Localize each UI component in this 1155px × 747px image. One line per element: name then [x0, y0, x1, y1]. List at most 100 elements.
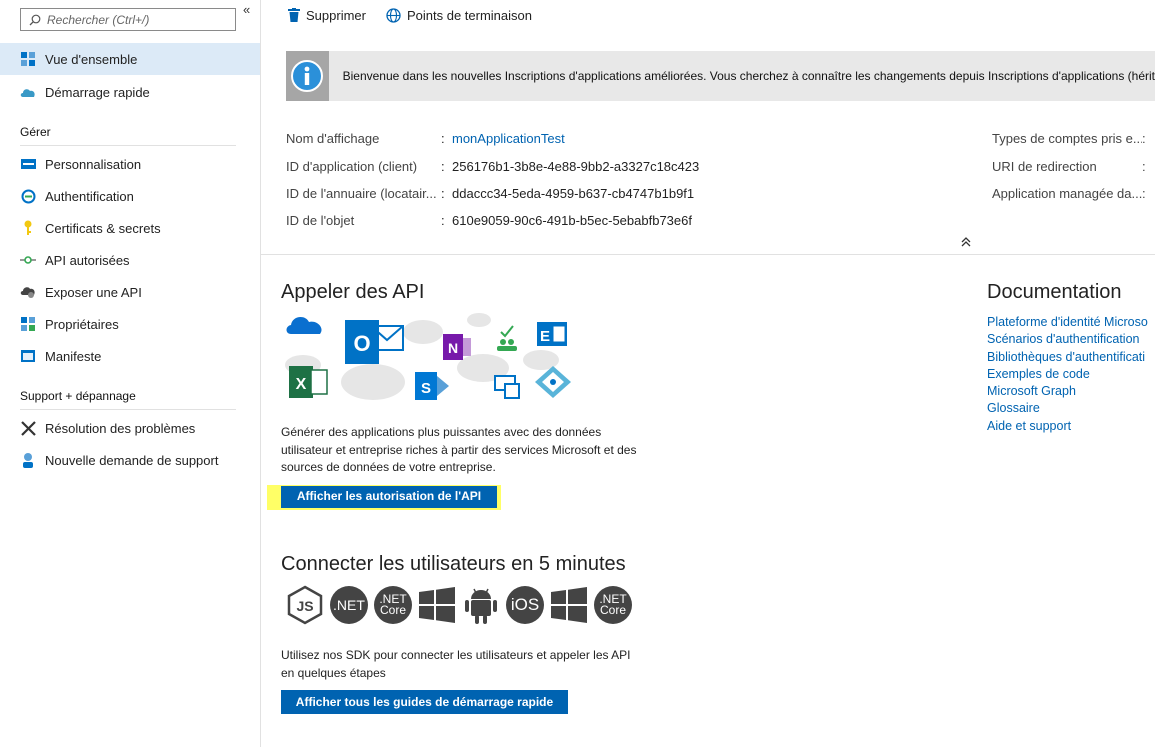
owners-grid-icon — [20, 316, 36, 332]
property-managed-application: Application managée da... : — [992, 186, 1146, 206]
delete-button[interactable]: Supprimer — [288, 8, 366, 23]
sidebar-item-overview[interactable]: Vue d'ensemble — [0, 43, 260, 75]
property-separator: : — [441, 213, 445, 228]
view-quickstart-guides-button[interactable]: Afficher tous les guides de démarrage ra… — [281, 690, 568, 714]
branding-icon — [20, 156, 36, 172]
banner-text: Bienvenue dans les nouvelles Inscription… — [342, 69, 1155, 83]
sdk-label: .NET Core — [379, 592, 407, 617]
property-object-id: ID de l'objet : 610e9059-90c6-491b-b5ec-… — [286, 213, 692, 233]
info-icon — [286, 51, 329, 101]
sidebar-item-label: Propriétaires — [45, 316, 119, 332]
section-divider — [261, 254, 1155, 255]
property-separator: : — [441, 159, 445, 174]
property-directory-id: ID de l'annuaire (locatair... : ddaccc34… — [286, 186, 694, 206]
dotnet-core-icon[interactable]: .NET Core — [594, 586, 632, 624]
property-key: URI de redirection — [992, 159, 1097, 174]
info-banner: Bienvenue dans les nouvelles Inscription… — [286, 51, 1155, 101]
microsoft-services-illustration: O N E X S — [285, 313, 571, 400]
sdk-label: .NET — [333, 597, 365, 613]
property-account-types: Types de comptes pris e... : — [992, 131, 1146, 151]
sidebar: « Vue d'ensemble Démarrage rapide Gérer … — [0, 0, 261, 747]
doc-link-auth-scenarios[interactable]: Scénarios d'authentification — [987, 332, 1148, 349]
property-key: Types de comptes pris e... — [992, 131, 1142, 146]
windows-icon[interactable] — [550, 586, 588, 624]
doc-link-code-samples[interactable]: Exemples de code — [987, 367, 1148, 384]
sidebar-item-authentication[interactable]: Authentification — [0, 180, 260, 212]
sidebar-item-owners[interactable]: Propriétaires — [0, 308, 260, 340]
doc-link-identity-platform[interactable]: Plateforme d'identité Microso — [987, 315, 1148, 332]
android-icon[interactable] — [462, 586, 500, 624]
windows-icon[interactable] — [418, 586, 456, 624]
call-api-description: Générer des applications plus puissantes… — [281, 425, 637, 474]
sdk-label: .NET Core — [599, 592, 627, 617]
sidebar-item-branding[interactable]: Personnalisation — [0, 148, 260, 180]
sidebar-item-label: Résolution des problèmes — [45, 420, 196, 436]
dotnet-icon[interactable]: .NET — [330, 586, 368, 624]
sidebar-item-troubleshooting[interactable]: Résolution des problèmes — [0, 412, 260, 444]
property-display-name: Nom d'affichage : monApplicationTest — [286, 131, 565, 151]
view-api-permissions-button[interactable]: Afficher les autorisation de l'API — [281, 486, 497, 508]
property-separator: : — [441, 186, 445, 201]
collapse-sidebar-button[interactable]: « — [243, 2, 250, 17]
outlook-icon: O — [345, 320, 404, 364]
excel-icon: X — [289, 366, 328, 398]
sidebar-item-label: Démarrage rapide — [45, 84, 150, 100]
sidebar-item-new-support-request[interactable]: Nouvelle demande de support — [0, 444, 260, 476]
doc-link-microsoft-graph[interactable]: Microsoft Graph — [987, 384, 1148, 401]
support-person-icon — [20, 452, 36, 468]
exchange-icon: E — [537, 322, 567, 346]
sharepoint-icon: S — [415, 372, 449, 400]
chevron-up-double-icon — [961, 237, 971, 247]
sidebar-item-manifest[interactable]: Manifeste — [0, 340, 260, 372]
endpoints-button[interactable]: Points de terminaison — [386, 8, 532, 23]
property-separator: : — [1142, 186, 1146, 201]
sidebar-item-label: Certificats & secrets — [45, 220, 161, 236]
sidebar-item-label: Nouvelle demande de support — [45, 452, 219, 468]
property-key: Nom d'affichage — [286, 131, 380, 146]
sidebar-item-api-permissions[interactable]: API autorisées — [0, 244, 260, 276]
authentication-icon — [20, 188, 36, 204]
api-permissions-icon — [20, 252, 36, 268]
collapse-essentials-button[interactable] — [961, 236, 971, 250]
connect-users-title: Connecter les utilisateurs en 5 minutes — [281, 553, 626, 575]
dotnet-core-icon[interactable]: .NET Core — [374, 586, 412, 624]
call-api-title: Appeler des API — [281, 281, 425, 303]
section-heading-manage: Gérer — [20, 125, 236, 146]
doc-link-glossary[interactable]: Glossaire — [987, 401, 1148, 418]
property-redirect-uri: URI de redirection : — [992, 159, 1146, 179]
sidebar-item-label: Authentification — [45, 188, 134, 204]
search-box[interactable] — [20, 8, 236, 31]
svg-text:O: O — [353, 331, 370, 356]
sdk-icons-row: JS .NET .NET Core iOS .NET Core — [286, 585, 638, 625]
devices-icon — [494, 375, 520, 399]
azure-ad-icon — [535, 366, 571, 398]
doc-link-auth-libraries[interactable]: Bibliothèques d'authentificati — [987, 350, 1148, 367]
sidebar-item-label: API autorisées — [45, 252, 130, 268]
property-value: 256176b1-3b8e-4e88-9bb2-a3327c18c423 — [452, 159, 700, 174]
sidebar-item-label: Personnalisation — [45, 156, 142, 172]
property-key: ID de l'objet — [286, 213, 355, 228]
sidebar-item-quickstart[interactable]: Démarrage rapide — [0, 76, 260, 108]
key-icon — [20, 220, 36, 236]
wrench-icon — [20, 420, 36, 436]
sidebar-item-label: Vue d'ensemble — [45, 51, 138, 67]
sidebar-item-expose-api[interactable]: Exposer une API — [0, 276, 260, 308]
trash-icon — [288, 8, 300, 22]
planner-team-icon — [497, 325, 517, 351]
property-separator: : — [1142, 131, 1146, 146]
doc-link-help-support[interactable]: Aide et support — [987, 419, 1148, 436]
delete-label: Supprimer — [306, 7, 366, 23]
cloud-gear-icon — [20, 284, 36, 300]
cloud-rocket-icon — [20, 84, 36, 100]
command-bar: Supprimer Points de terminaison — [261, 0, 1155, 30]
documentation-links: Plateforme d'identité Microso Scénarios … — [987, 315, 1148, 436]
nodejs-icon[interactable]: JS — [286, 585, 324, 625]
manifest-icon — [20, 348, 36, 364]
endpoints-label: Points de terminaison — [406, 7, 532, 23]
property-value: 610e9059-90c6-491b-b5ec-5ebabfb73e6f — [452, 213, 692, 228]
ios-icon[interactable]: iOS — [506, 586, 544, 624]
sidebar-item-certificates[interactable]: Certificats & secrets — [0, 212, 260, 244]
display-name-link[interactable]: monApplicationTest — [452, 131, 565, 151]
section-heading-support: Support + dépannage — [20, 389, 236, 410]
search-input[interactable] — [47, 12, 227, 27]
